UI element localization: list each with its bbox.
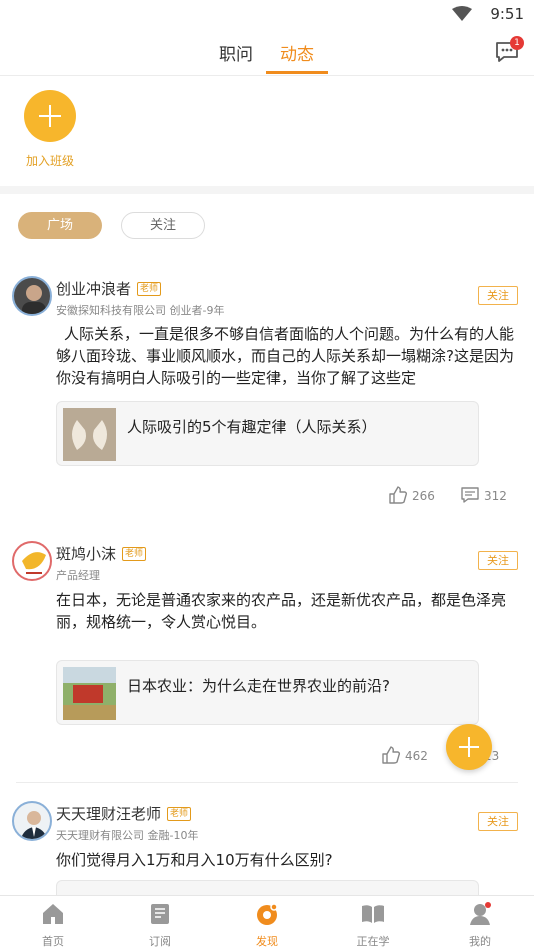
author-name[interactable]: 斑鸠小沫 老师 xyxy=(56,543,147,564)
post-divider xyxy=(16,782,518,783)
comment-icon xyxy=(461,487,479,503)
post-text[interactable]: 你们觉得月入1万和月入10万有什么区别? xyxy=(56,849,514,871)
section-divider xyxy=(0,186,534,194)
feed-post: 天天理财汪老师 老师 天天理财有限公司 金融-10年 关注 你们觉得月入1万和月入… xyxy=(0,795,534,895)
home-icon xyxy=(43,904,63,924)
article-thumbnail xyxy=(63,408,116,461)
nav-home-label: 首页 xyxy=(42,935,64,948)
article-thumbnail xyxy=(63,667,116,720)
status-bar: 9:51 xyxy=(0,0,534,30)
follow-button[interactable]: 关注 xyxy=(478,551,518,570)
teacher-badge: 老师 xyxy=(167,807,192,821)
tab-feed[interactable]: 动态 xyxy=(266,40,328,74)
author-name[interactable]: 创业冲浪者 老师 xyxy=(56,278,162,299)
nav-learning[interactable]: 正在学 xyxy=(333,901,413,949)
avatar[interactable] xyxy=(12,801,52,841)
author-meta: 产品经理 xyxy=(56,569,100,582)
post-text[interactable]: 在日本，无论是普通农家来的农产品，还是新优农产品，都是色泽亮丽，规格统一，令人赏… xyxy=(56,589,514,633)
article-link-card[interactable]: 人际吸引的5个有趣定律（人际关系） xyxy=(56,401,479,466)
article-link-card[interactable]: 日本农业：为什么走在世界农业的前沿? xyxy=(56,660,479,725)
bottom-nav: 首页 订阅 发现 正在学 我的 xyxy=(0,895,534,949)
author-name-text: 天天理财汪老师 xyxy=(56,805,162,823)
floating-add-button[interactable] xyxy=(446,724,492,770)
author-name-text: 斑鸠小沫 xyxy=(56,545,117,563)
discover-icon xyxy=(257,903,278,925)
follow-button[interactable]: 关注 xyxy=(478,286,518,305)
like-stat[interactable]: 462 xyxy=(381,745,428,765)
join-class-label: 加入班级 xyxy=(25,154,74,168)
avatar[interactable] xyxy=(12,541,52,581)
tab-jobs[interactable]: 职问 xyxy=(214,40,258,74)
top-header: 职问 动态 1 xyxy=(0,30,534,76)
tab-feed-label: 动态 xyxy=(280,45,314,65)
nav-discover-label: 发现 xyxy=(256,935,278,948)
thumbs-up-icon xyxy=(389,486,408,504)
nav-profile-label: 我的 xyxy=(469,935,491,948)
article-title: 日本农业：为什么走在世界农业的前沿? xyxy=(127,677,390,695)
follow-button[interactable]: 关注 xyxy=(478,812,518,831)
message-badge: 1 xyxy=(510,36,524,50)
wifi-icon xyxy=(452,6,472,21)
nav-profile[interactable]: 我的 xyxy=(440,901,520,949)
book-icon xyxy=(362,905,384,923)
nav-subscribe[interactable]: 订阅 xyxy=(120,901,200,949)
thumbs-up-icon xyxy=(382,746,401,764)
teacher-badge: 老师 xyxy=(137,282,162,296)
bookmark-icon xyxy=(151,904,169,924)
like-stat[interactable]: 266 xyxy=(388,485,435,505)
plus-icon xyxy=(24,90,76,142)
comment-stat[interactable]: 312 xyxy=(460,485,507,505)
like-count: 462 xyxy=(405,749,428,763)
article-link-card[interactable] xyxy=(56,880,479,895)
comment-count: 312 xyxy=(484,489,507,503)
author-meta: 安徽探知科技有限公司 创业者-9年 xyxy=(56,304,225,317)
like-count: 266 xyxy=(412,489,435,503)
author-name-text: 创业冲浪者 xyxy=(56,280,132,298)
post-text[interactable]: 人际关系，一直是很多不够自信者面临的人个问题。为什么有的人能够八面玲珑、事业顺风… xyxy=(56,323,514,389)
nav-home[interactable]: 首页 xyxy=(13,901,93,949)
teacher-badge: 老师 xyxy=(122,547,147,561)
nav-discover[interactable]: 发现 xyxy=(227,901,307,949)
nav-subscribe-label: 订阅 xyxy=(149,935,171,948)
article-title: 人际吸引的5个有趣定律（人际关系） xyxy=(127,418,377,436)
status-time: 9:51 xyxy=(490,5,524,23)
active-tab-indicator xyxy=(266,71,328,74)
join-class-button[interactable]: 加入班级 xyxy=(18,90,82,169)
author-name[interactable]: 天天理财汪老师 老师 xyxy=(56,803,192,824)
feed-post: 创业冲浪者 老师 安徽探知科技有限公司 创业者-9年 关注 人际关系，一直是很多不… xyxy=(0,270,534,520)
author-meta: 天天理财有限公司 金融-10年 xyxy=(56,829,199,842)
profile-icon xyxy=(470,902,491,925)
filter-follow-button[interactable]: 关注 xyxy=(121,212,205,239)
filter-square-button[interactable]: 广场 xyxy=(18,212,102,239)
avatar[interactable] xyxy=(12,276,52,316)
nav-learning-label: 正在学 xyxy=(356,935,390,948)
